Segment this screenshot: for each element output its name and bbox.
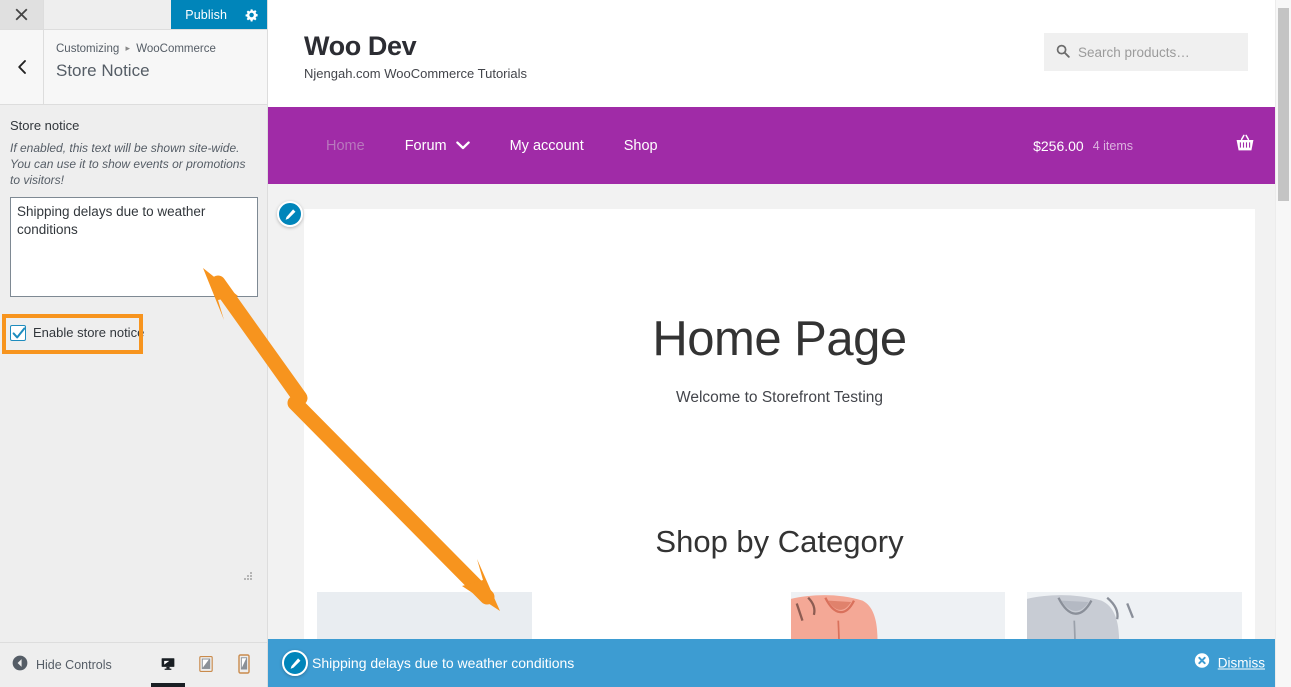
breadcrumb-separator-icon: ▸: [125, 43, 131, 53]
close-circle-icon: [1194, 653, 1210, 674]
nav-item-my-account[interactable]: My account: [490, 136, 604, 156]
store-notice-textarea[interactable]: [10, 197, 258, 297]
chevron-left-icon[interactable]: [0, 30, 44, 104]
device-preview-switcher: [151, 643, 257, 687]
nav-item-home[interactable]: Home: [306, 136, 385, 156]
page-content: Home Page Welcome to Storefront Testing …: [304, 209, 1255, 687]
store-notice-bar: Shipping delays due to weather condition…: [268, 639, 1291, 687]
shopping-basket-icon[interactable]: [1235, 134, 1255, 157]
preview-scrollbar[interactable]: [1275, 0, 1291, 687]
breadcrumb-root[interactable]: Customizing: [56, 43, 119, 55]
customizer-screen: Publish Customizing ▸ WooCommerce Store …: [0, 0, 1291, 687]
nav-item-shop-label: Shop: [623, 137, 658, 154]
customizer-control-body: Store notice If enabled, this text will …: [0, 105, 267, 642]
primary-navigation: Home Forum My account Shop $256.00 4 ite…: [268, 107, 1291, 227]
nav-item-home-label: Home: [326, 137, 365, 154]
edit-shortcut-nav[interactable]: [277, 201, 303, 227]
nav-item-shop[interactable]: Shop: [604, 136, 678, 156]
search-input[interactable]: Search products…: [1044, 33, 1248, 71]
page-heading: Home Page: [652, 312, 907, 366]
page-subheading: Welcome to Storefront Testing: [675, 389, 884, 406]
desktop-icon[interactable]: [151, 649, 185, 687]
close-icon[interactable]: [0, 0, 44, 29]
dismiss-button[interactable]: Dismiss: [1194, 653, 1265, 674]
cart-item-count: 4 items: [1092, 138, 1133, 153]
customizer-sidebar: Publish Customizing ▸ WooCommerce Store …: [0, 0, 268, 687]
site-header: Woo Dev Njengah.com WooCommerce Tutorial…: [268, 0, 1291, 107]
page-canvas: Home Page Welcome to Storefront Testing …: [268, 184, 1291, 687]
site-description: Njengah.com WooCommerce Tutorials: [304, 66, 528, 81]
checkmark-icon: [12, 327, 26, 339]
enable-store-notice-label[interactable]: Enable store notice: [33, 325, 144, 341]
hide-controls-label: Hide Controls: [36, 658, 112, 672]
preview-scrollbar-thumb[interactable]: [1278, 8, 1289, 201]
enable-store-notice-checkbox[interactable]: [10, 325, 26, 341]
breadcrumb: Customizing ▸ WooCommerce: [56, 41, 255, 57]
nav-menu: Home Forum My account Shop: [268, 136, 678, 156]
site-title[interactable]: Woo Dev: [304, 30, 527, 62]
cart-summary[interactable]: $256.00 4 items: [1033, 107, 1291, 184]
customizer-topbar: Publish: [0, 0, 267, 30]
store-notice-description: If enabled, this text will be shown site…: [10, 141, 246, 187]
dismiss-label[interactable]: Dismiss: [1218, 654, 1265, 672]
customizer-panel-header: Customizing ▸ WooCommerce Store Notice: [0, 30, 267, 105]
gear-icon[interactable]: [237, 0, 267, 29]
publish-button[interactable]: Publish: [171, 0, 237, 29]
pencil-edit-icon: [290, 657, 300, 669]
cart-total: $256.00: [1033, 137, 1084, 154]
section-heading: Shop by Category: [655, 524, 904, 559]
site-branding: Woo Dev Njengah.com WooCommerce Tutorial…: [304, 30, 527, 83]
tablet-icon[interactable]: [193, 649, 219, 681]
publish-group: Publish: [44, 0, 267, 29]
nav-item-my-account-label: My account: [509, 137, 584, 154]
panel-titles: Customizing ▸ WooCommerce Store Notice: [44, 30, 267, 104]
enable-store-notice-row[interactable]: Enable store notice: [10, 325, 144, 341]
nav-item-forum[interactable]: Forum: [385, 136, 490, 156]
mobile-icon[interactable]: [231, 649, 257, 681]
customizer-footer: Hide Controls: [0, 642, 267, 687]
site-preview-frame: Woo Dev Njengah.com WooCommerce Tutorial…: [268, 0, 1291, 687]
store-notice-label: Store notice: [10, 118, 80, 133]
nav-item-forum-label: Forum: [404, 137, 447, 154]
chevron-down-icon[interactable]: [455, 136, 470, 156]
hide-controls-button[interactable]: Hide Controls: [0, 655, 112, 676]
search-icon: [1056, 44, 1070, 60]
pencil-edit-icon: [285, 208, 295, 220]
store-notice-text: Shipping delays due to weather condition…: [312, 655, 575, 671]
edit-shortcut-store-notice[interactable]: [282, 650, 308, 676]
page-title: Store Notice: [56, 61, 150, 80]
chevron-left-circle-icon: [12, 655, 28, 676]
search-placeholder: Search products…: [1078, 44, 1190, 60]
breadcrumb-section[interactable]: WooCommerce: [136, 43, 216, 55]
